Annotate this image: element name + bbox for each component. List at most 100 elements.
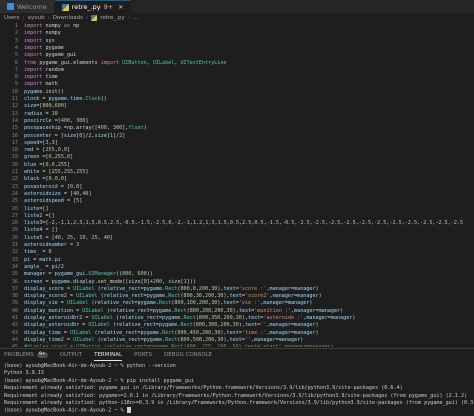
code-line[interactable]: 25 asteroidspeed = [5]: [0, 198, 474, 205]
code-token: Clock: [85, 96, 101, 102]
code-line[interactable]: 3 import sys: [0, 38, 474, 45]
code-token: liste2: [24, 212, 43, 219]
terminal-output[interactable]: (base) ayoub@MacBook-Air-de-Ayoub-2 ~ % …: [4, 363, 474, 415]
code-text: pygame.init(): [24, 89, 64, 96]
code-line[interactable]: 13 radius = 10: [0, 111, 474, 118]
code-line[interactable]: 30 liste5 = [40, 25, 10, 25, 40]: [0, 235, 474, 242]
code-line[interactable]: 12 size=[800,600]: [0, 103, 474, 110]
code-token: ): [318, 293, 322, 300]
code-line[interactable]: 31 asteroidnumber = 3: [0, 242, 474, 249]
breadcrumb-item[interactable]: Downloads: [53, 15, 83, 21]
line-number: 42: [11, 322, 18, 329]
code-text: poscenter = [size[0]/2,size[1]/2]: [24, 133, 125, 140]
tab-retre-py[interactable]: retre_.py 9+ ✕: [54, 0, 132, 13]
close-icon[interactable]: ✕: [118, 4, 123, 11]
code-token: numpy: [42, 30, 61, 37]
line-number: 25: [11, 198, 18, 205]
tab-terminal[interactable]: TERMINAL: [94, 349, 123, 361]
code-token: manager: [272, 293, 295, 300]
code-line[interactable]: 6 from pygame_gui.elements import UIButto…: [0, 60, 474, 67]
code-token: asteroidnumber: [24, 242, 67, 248]
code-token: 800: [195, 322, 206, 329]
code-line[interactable]: 35 manager = pygame_gui.UIManager((800, 6…: [0, 271, 474, 278]
code-editor[interactable]: 1 import numpy as np 2 import numpy 3 import …: [0, 23, 474, 347]
code-token: 800: [180, 285, 190, 292]
code-line[interactable]: 26 liste=[]: [0, 206, 474, 213]
code-line[interactable]: 45 #display_start = UIButton (relative_re…: [0, 344, 474, 347]
code-line[interactable]: 44 display_time2 = UILabel (relative_rect…: [0, 337, 474, 344]
code-line[interactable]: 7 import random: [0, 67, 474, 74]
code-token: 100: [186, 300, 196, 307]
code-token: text: [229, 336, 242, 343]
code-token: =[]: [42, 212, 55, 219]
code-line[interactable]: 29 liste4 = []: [0, 227, 474, 234]
tab-problems[interactable]: PROBLEMS 9+: [4, 349, 48, 361]
code-token: 200: [205, 293, 215, 300]
code-token: ]: [54, 139, 58, 146]
tab-welcome[interactable]: Welcome: [0, 0, 55, 13]
code-line[interactable]: 27 liste2 =[]: [0, 213, 474, 220]
code-line[interactable]: 9 import math: [0, 81, 474, 88]
code-line[interactable]: 33 pi = math.pi: [0, 257, 474, 264]
code-line[interactable]: 4 import pygame: [0, 45, 474, 52]
code-token: relative_rect: [97, 329, 138, 336]
code-line[interactable]: 22 black =[0,0,0]: [0, 176, 474, 183]
breadcrumb-item[interactable]: Users: [4, 15, 19, 21]
code-token: =: [42, 110, 52, 117]
code-token: ): [300, 336, 304, 343]
code-line[interactable]: 40 display_munition = UILabel (relative_r…: [0, 308, 474, 315]
code-token: time_: [24, 249, 40, 256]
code-token: 2.5: [242, 220, 252, 227]
code-line[interactable]: 1 import numpy as np: [0, 23, 474, 30]
breadcrumb-item[interactable]: ...: [133, 15, 138, 21]
code-line[interactable]: 37 display_score = UILabel (relative_rect…: [0, 286, 474, 293]
code-line[interactable]: 28 liste3=[-2,-1,1,2,3,1,5,0.5,2.5,-0.5,-…: [0, 220, 474, 227]
code-line[interactable]: 5 import pygame_gui: [0, 52, 474, 59]
code-token: text: [223, 300, 236, 307]
code-line[interactable]: 34 angle_ = pi/2: [0, 264, 474, 271]
code-line[interactable]: 20 blue =[0,0,255]: [0, 162, 474, 169]
code-line[interactable]: 43 display_time = UILabel (relative_rect=…: [0, 330, 474, 337]
breadcrumb-item[interactable]: ayoub: [28, 15, 45, 21]
code-line[interactable]: 39 display_vie = UILabel (relative_rect=p…: [0, 300, 474, 307]
code-line[interactable]: 24 asteroidsize = [40,40]: [0, 191, 474, 198]
code-line[interactable]: 38 display_score2 = UILabel (relative_rec…: [0, 293, 474, 300]
code-line[interactable]: 18 red = [255,0,0]: [0, 147, 474, 154]
terminal-text: Requirement already satisfied: pygame_gu…: [4, 385, 403, 392]
breadcrumb-item[interactable]: retre_.py: [100, 15, 124, 21]
code-text: import math: [24, 81, 58, 88]
terminal-line: (base) ayoub@MacBook-Air-de-Ayoub-2 ~ % …: [4, 378, 472, 385]
code-text: import numpy: [24, 30, 61, 37]
tab-output[interactable]: OUTPUT: [60, 349, 82, 361]
code-line[interactable]: 21 white = [255,255,255]: [0, 169, 474, 176]
code-token: pi: [54, 256, 61, 263]
code-line[interactable]: 19 green =[0,255,0]: [0, 154, 474, 161]
code-line[interactable]: 2 import numpy: [0, 30, 474, 37]
tab-ports[interactable]: PORTS: [134, 349, 152, 361]
code-line[interactable]: 42 display_asteroidbr = UILabel (relative…: [0, 322, 474, 329]
tab-debug-console[interactable]: DEBUG CONSOLE: [164, 349, 212, 361]
code-token: pygame: [143, 336, 163, 343]
code-token: pygame_gui.elements: [36, 59, 101, 66]
code-line[interactable]: 8 import time: [0, 74, 474, 81]
code-token: Rect: [162, 329, 175, 336]
code-line[interactable]: 36 screen = pygame.display.set_mode((size…: [0, 279, 474, 286]
code-token: radius: [24, 110, 43, 117]
code-line[interactable]: 15 posspaceship =np.array([400, 300],floa…: [0, 125, 474, 132]
code-line[interactable]: 14 poscircle =[400, 300]: [0, 118, 474, 125]
code-text: green =[0,255,0]: [24, 154, 73, 161]
code-line[interactable]: 11 clock = pygame.time.Clock(): [0, 96, 474, 103]
code-text: black =[0,0,0]: [24, 176, 67, 183]
code-line[interactable]: 16 poscenter = [size[0]/2,size[1]/2]: [0, 133, 474, 140]
line-number: 40: [11, 307, 18, 314]
code-line[interactable]: 32 time_ = 0: [0, 249, 474, 256]
code-line[interactable]: 10 pygame.init(): [0, 89, 474, 96]
code-token: posasteroid: [24, 183, 58, 190]
line-number: 10: [11, 88, 18, 95]
code-token: manager: [294, 322, 316, 329]
code-token: init: [45, 88, 58, 95]
code-line[interactable]: 41 display_asteroidbr2 = UILabel (relativ…: [0, 315, 474, 322]
code-line[interactable]: 17 speed=[3,3]: [0, 140, 474, 147]
code-line[interactable]: 23 posasteroid = [0,0]: [0, 184, 474, 191]
code-token: 0.5: [254, 220, 264, 227]
